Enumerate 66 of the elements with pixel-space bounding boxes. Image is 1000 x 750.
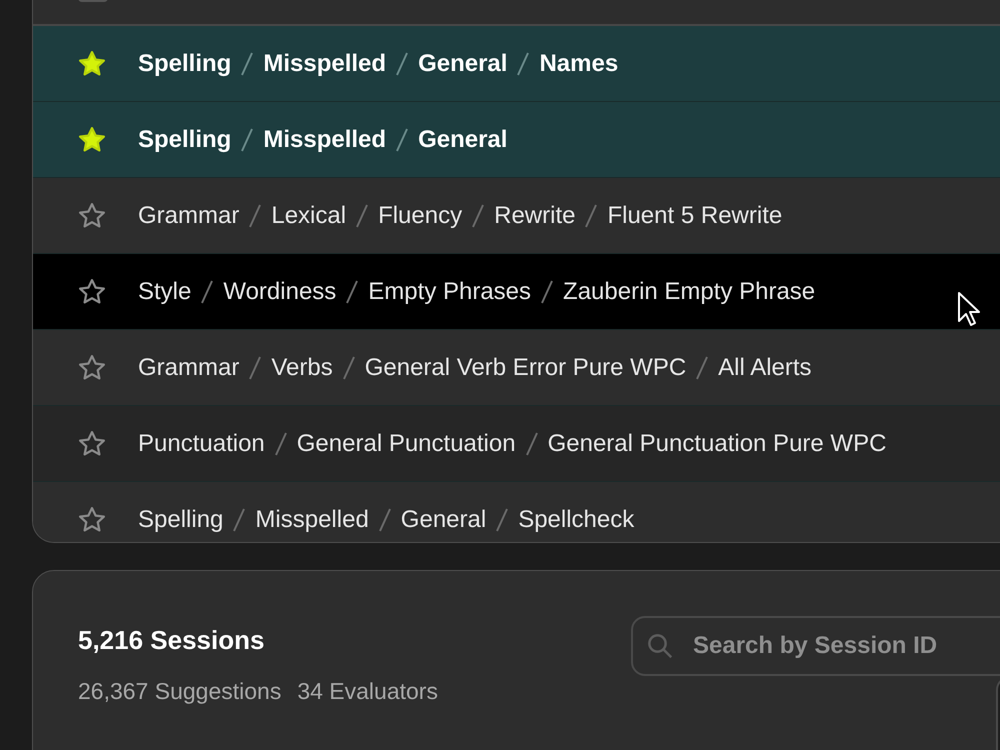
category-label: General Punctuation Pure WPC <box>548 430 886 458</box>
sessions-count: 5,216 Sessions <box>78 624 266 657</box>
separator-icon <box>247 354 264 380</box>
evaluators-count: 34 Evaluators <box>297 677 438 706</box>
category-label: Rewrite <box>494 202 576 230</box>
category-label: Fluency <box>378 202 462 230</box>
separator-icon <box>694 354 710 380</box>
star-icon[interactable] <box>77 48 107 78</box>
cursor-icon <box>957 291 981 327</box>
category-label: Empty Phrases <box>368 278 532 306</box>
search-field[interactable]: Search by Session ID <box>631 616 1000 676</box>
category-label: General Punctuation <box>296 430 516 458</box>
category-label: Punctuation <box>138 430 265 458</box>
separator-icon <box>524 430 540 456</box>
category-label: Names <box>539 50 618 78</box>
category-label: Misspelled <box>263 126 386 154</box>
separator-icon <box>394 50 410 76</box>
separator-icon <box>231 506 248 532</box>
separator-icon <box>272 430 289 456</box>
table-row[interactable]: Spelling Misspelled General Spellcheck <box>33 482 1000 542</box>
category-label: Zauberin Empty Phrase <box>563 278 816 306</box>
table-row[interactable]: Grammar Verbs General Verb Error Pure WPC All Alerts <box>33 330 1000 406</box>
separator-icon <box>515 50 532 76</box>
separator-icon <box>247 202 264 228</box>
separator-icon <box>376 506 393 532</box>
suggestions-count: 26,367 Suggestions <box>78 677 282 706</box>
category-label: General <box>418 50 508 78</box>
category-label: Spelling <box>138 126 232 154</box>
table-row[interactable]: Style Wordiness Empty Phrases Zauberin Empty Phrase <box>33 254 1000 330</box>
separator-icon <box>239 126 256 152</box>
separator-icon <box>539 278 556 304</box>
separator-icon <box>470 202 486 228</box>
category-label: Spelling <box>138 50 232 78</box>
category-label: Fluent 5 Rewrite <box>607 202 782 230</box>
table-row[interactable]: Grammar Lexical Fluency Rewrite Fluent 5 Rewrite <box>33 178 1000 254</box>
category-label: Misspelled <box>255 506 369 534</box>
star-icon[interactable] <box>77 504 107 534</box>
category-label: Verbs <box>271 354 333 382</box>
category-label: Grammar <box>138 354 240 382</box>
separator-icon <box>239 50 256 76</box>
table-row[interactable]: Spelling Misspelled General Names <box>33 26 1000 102</box>
category-label: Spellcheck <box>518 506 634 534</box>
category-label: Misspelled <box>263 50 386 78</box>
category-label: General <box>400 506 486 534</box>
separator-icon <box>583 202 600 228</box>
search-icon <box>645 631 675 661</box>
separator-icon <box>354 202 370 228</box>
category-label: General Verb Error Pure WPC <box>364 354 686 382</box>
separator-icon <box>494 506 510 532</box>
category-label: Grammar <box>138 202 240 230</box>
star-icon[interactable] <box>77 352 107 382</box>
category-label: All Alerts <box>718 354 812 382</box>
separator-icon <box>340 354 357 380</box>
category-label: Wordiness <box>223 278 336 306</box>
separator-icon <box>344 278 360 304</box>
separator-icon <box>394 126 410 152</box>
category-label: General <box>418 126 508 154</box>
separator-icon <box>199 278 216 304</box>
star-icon[interactable] <box>77 200 107 230</box>
category-label: Lexical <box>271 202 346 230</box>
star-icon[interactable] <box>77 124 107 154</box>
star-icon[interactable] <box>77 428 107 458</box>
category-label: Spelling <box>138 506 224 534</box>
star-icon[interactable] <box>77 276 107 306</box>
table-row[interactable]: Spelling Misspelled General <box>33 102 1000 178</box>
category-label: Style <box>138 278 192 306</box>
